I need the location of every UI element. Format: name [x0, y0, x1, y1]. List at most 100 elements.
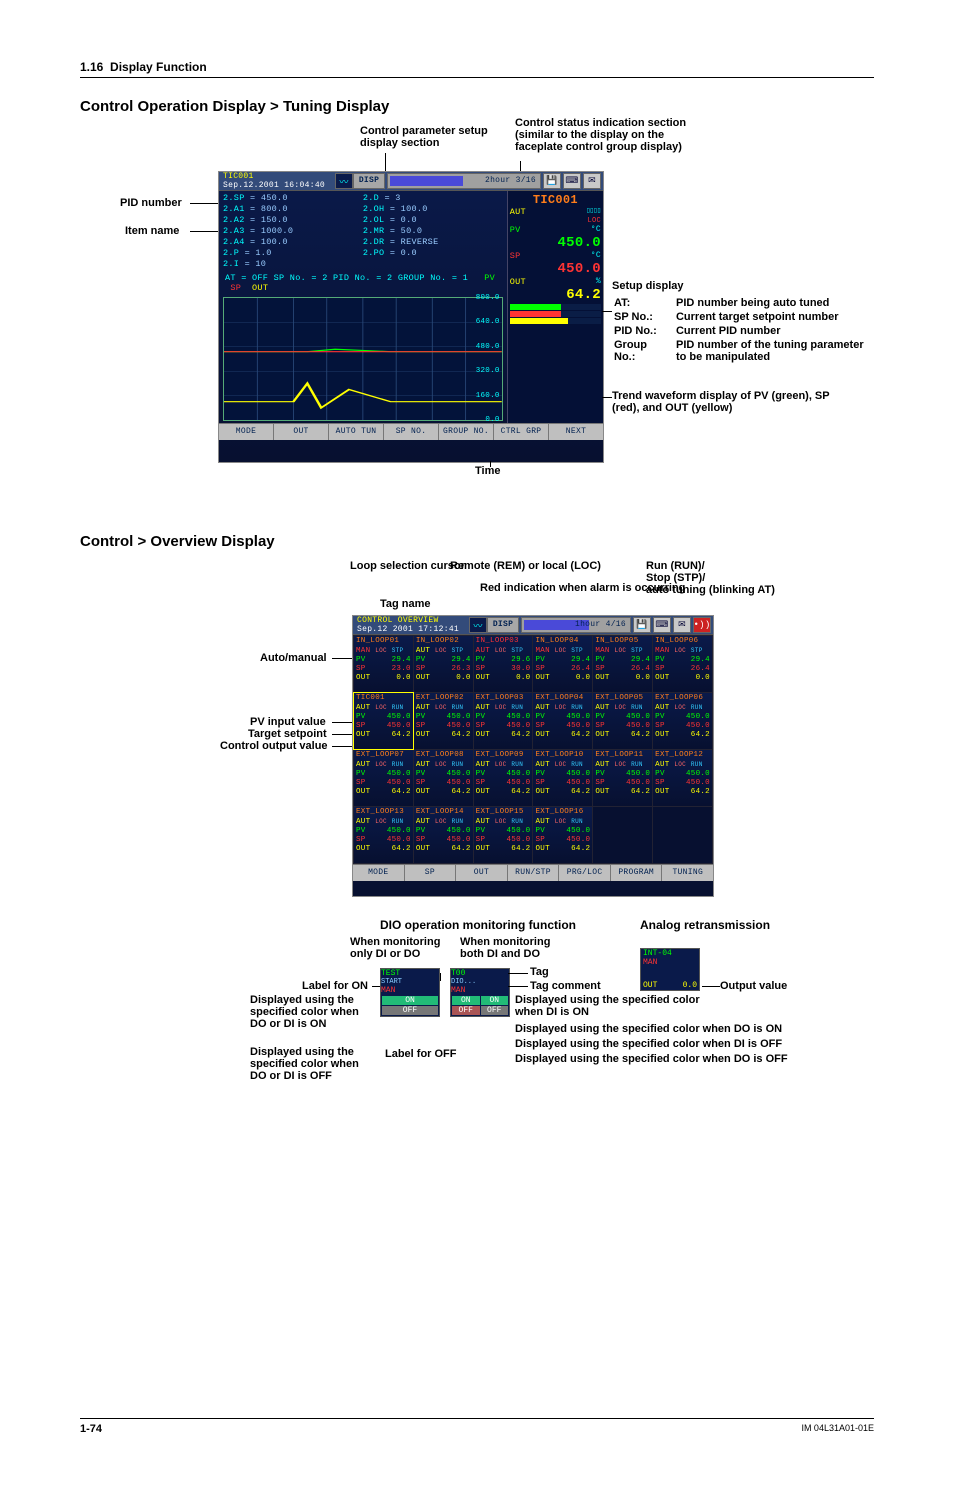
- callout-output-value: Output value: [720, 980, 787, 992]
- callout-cout: Control output value: [220, 740, 328, 752]
- callout-tag: Tag: [530, 966, 549, 978]
- dio-box-single: TEST START MAN ON OFF: [380, 968, 440, 1017]
- section-number: 1.16: [80, 60, 103, 74]
- softkeys[interactable]: MODEOUTAUTO TUNSP NO.GROUP NO.CTRL GRPNE…: [219, 423, 603, 440]
- loop-cell[interactable]: EXT_LOOP12AUT LOC RUNPV450.0SP450.0OUT64…: [653, 750, 712, 806]
- trend-icon[interactable]: 〰: [469, 617, 487, 633]
- doc-number: IM 04L31A01-01E: [801, 1423, 874, 1435]
- loop-cell[interactable]: EXT_LOOP07AUT LOC RUNPV450.0SP450.0OUT64…: [354, 750, 413, 806]
- loop-cell[interactable]: TIC001AUT LOC RUNPV450.0SP450.0OUT64.2: [354, 693, 413, 749]
- loop-cell[interactable]: IN_LOOP02AUT LOC STPPV29.4SP26.3OUT0.0: [414, 636, 473, 692]
- disk-icon[interactable]: 💾: [633, 617, 651, 633]
- setup-table: AT:PID number being auto tuned SP No.:Cu…: [612, 295, 874, 365]
- callout-pv-value: PV input value: [250, 716, 326, 728]
- loop-cell[interactable]: IN_LOOP06MAN LOC STPPV29.4SP26.4OUT0.0: [653, 636, 712, 692]
- loop-cell[interactable]: [593, 807, 652, 863]
- loop-cell[interactable]: [653, 807, 712, 863]
- callout-trend: Trend waveform display of PV (green), SP…: [612, 390, 842, 414]
- loop-cell[interactable]: EXT_LOOP15AUT LOC RUNPV450.0SP450.0OUT64…: [474, 807, 533, 863]
- callout-di-off: Displayed using the specified color when…: [515, 1038, 875, 1050]
- loop-cell[interactable]: EXT_LOOP08AUT LOC RUNPV450.0SP450.0OUT64…: [414, 750, 473, 806]
- page-header: 1.16 Display Function: [80, 60, 874, 78]
- callout-ctrl-status: Control status indication section (simil…: [515, 117, 735, 153]
- loop-cell[interactable]: EXT_LOOP16AUT LOC RUNPV450.0SP450.0OUT64…: [533, 807, 592, 863]
- softkey[interactable]: TUNING: [662, 865, 713, 881]
- loop-cell[interactable]: EXT_LOOP06AUT LOC RUNPV450.0SP450.0OUT64…: [653, 693, 712, 749]
- loop-cell[interactable]: IN_LOOP04MAN LOC STPPV29.4SP26.4OUT0.0: [533, 636, 592, 692]
- callout-target-sp: Target setpoint: [248, 728, 327, 740]
- loop-cell[interactable]: EXT_LOOP11AUT LOC RUNPV450.0SP450.0OUT64…: [593, 750, 652, 806]
- loop-cell[interactable]: EXT_LOOP05AUT LOC RUNPV450.0SP450.0OUT64…: [593, 693, 652, 749]
- faceplate: TIC001 AUT▯▯▯▯ LOC PV°C 450.0 SP°C 450.0…: [507, 191, 603, 423]
- loop-cell[interactable]: IN_LOOP03AUT LOC STPPV29.6SP30.0OUT0.0: [474, 636, 533, 692]
- callout-ctrl-param: Control parameter setup display section: [360, 125, 510, 149]
- disk-icon[interactable]: 💾: [543, 173, 561, 189]
- callout-when-di-do: When monitoring only DI or DO: [350, 936, 460, 960]
- overview-grid: IN_LOOP01MAN LOC STPPV29.4SP23.0OUT0.0IN…: [353, 635, 713, 864]
- callout-rem-loc: Remote (REM) or local (LOC): [450, 560, 601, 572]
- softkey[interactable]: MODE: [353, 865, 405, 881]
- loop-cell[interactable]: EXT_LOOP04AUT LOC RUNPV450.0SP450.0OUT64…: [533, 693, 592, 749]
- tuning-screen: TIC001 Sep.12.2001 16:04:40 〰 DISP 2hour…: [218, 171, 604, 463]
- callout-label-on: Label for ON: [302, 980, 368, 992]
- mail-icon[interactable]: ✉: [583, 173, 601, 189]
- callout-di-on: Displayed using the specified color when…: [515, 994, 715, 1018]
- callout-disp-on: Displayed using the specified color when…: [250, 994, 370, 1030]
- callout-pid-number: PID number: [120, 197, 182, 209]
- callout-loop-cursor: Loop selection cursor: [350, 560, 465, 572]
- face-tag: TIC001: [510, 193, 601, 207]
- page-footer: 1-74 IM 04L31A01-01E: [80, 1418, 874, 1435]
- loop-cell[interactable]: IN_LOOP01MAN LOC STPPV29.4SP23.0OUT0.0: [354, 636, 413, 692]
- softkeys[interactable]: MODESPOUTRUN/STPPRG/LOCPROGRAMTUNING: [353, 864, 713, 881]
- softkey[interactable]: OUT: [456, 865, 508, 881]
- section-title: Display Function: [110, 60, 207, 74]
- progress-bar: 1hour 4/16: [521, 617, 631, 633]
- mail-icon[interactable]: ✉: [673, 617, 691, 633]
- key-icon[interactable]: ⌨: [653, 617, 671, 633]
- heading-tuning: Control Operation Display > Tuning Displ…: [80, 98, 874, 115]
- loop-cell[interactable]: IN_LOOP05MAN LOC STPPV29.4SP26.4OUT0.0: [593, 636, 652, 692]
- status-line: AT = OFF SP No. = 2 PID No. = 2 GROUP No…: [219, 271, 507, 295]
- callout-do-on: Displayed using the specified color when…: [515, 1023, 875, 1035]
- softkey[interactable]: OUT: [274, 424, 329, 440]
- softkey[interactable]: MODE: [219, 424, 274, 440]
- callout-time: Time: [475, 465, 500, 477]
- loop-cell[interactable]: EXT_LOOP10AUT LOC RUNPV450.0SP450.0OUT64…: [533, 750, 592, 806]
- retrans-heading: Analog retransmission: [640, 918, 770, 932]
- softkey[interactable]: PROGRAM: [611, 865, 663, 881]
- softkey[interactable]: NEXT: [549, 424, 603, 440]
- callout-auto-manual: Auto/manual: [260, 652, 327, 664]
- heading-overview: Control > Overview Display: [80, 533, 874, 550]
- dio-heading: DIO operation monitoring function: [380, 918, 576, 932]
- progress-bar: 2hour 3/16: [387, 173, 541, 189]
- callout-tag-comment: Tag comment: [530, 980, 601, 992]
- loop-cell[interactable]: EXT_LOOP02AUT LOC RUNPV450.0SP450.0OUT64…: [414, 693, 473, 749]
- loop-cell[interactable]: EXT_LOOP09AUT LOC RUNPV450.0SP450.0OUT64…: [474, 750, 533, 806]
- softkey[interactable]: PRG/LOC: [559, 865, 611, 881]
- page-number: 1-74: [80, 1423, 102, 1435]
- loop-cell[interactable]: EXT_LOOP03AUT LOC RUNPV450.0SP450.0OUT64…: [474, 693, 533, 749]
- callout-when-both: When monitoring both DI and DO: [460, 936, 570, 960]
- softkey[interactable]: AUTO TUN: [329, 424, 384, 440]
- softkey[interactable]: RUN/STP: [508, 865, 560, 881]
- callout-tag-name: Tag name: [380, 598, 431, 610]
- callout-label-off: Label for OFF: [385, 1048, 457, 1060]
- loop-cell[interactable]: EXT_LOOP13AUT LOC RUNPV450.0SP450.0OUT64…: [354, 807, 413, 863]
- titlebar: TIC001 Sep.12.2001 16:04:40 〰 DISP 2hour…: [219, 172, 603, 191]
- disp-button[interactable]: DISP: [487, 617, 519, 633]
- trend-icon[interactable]: 〰: [335, 173, 353, 189]
- param-table: 2.SP = 450.02.D = 32.A1 = 800.02.OH = 10…: [219, 191, 507, 271]
- title-tag: TIC001: [223, 172, 254, 181]
- softkey[interactable]: SP: [405, 865, 457, 881]
- callout-do-off: Displayed using the specified color when…: [515, 1053, 875, 1065]
- alarm-icon[interactable]: •)): [693, 617, 711, 633]
- softkey[interactable]: CTRL GRP: [494, 424, 549, 440]
- key-icon[interactable]: ⌨: [563, 173, 581, 189]
- callout-setup-display: Setup display: [612, 280, 684, 292]
- loop-cell[interactable]: EXT_LOOP14AUT LOC RUNPV450.0SP450.0OUT64…: [414, 807, 473, 863]
- softkey[interactable]: SP NO.: [384, 424, 439, 440]
- retrans-box: INT-04 MAN OUT0.0: [640, 948, 700, 991]
- dio-box-both: T00 DIO... MAN ONON OFFOFF: [450, 968, 510, 1017]
- softkey[interactable]: GROUP NO.: [439, 424, 494, 440]
- disp-button[interactable]: DISP: [353, 173, 385, 189]
